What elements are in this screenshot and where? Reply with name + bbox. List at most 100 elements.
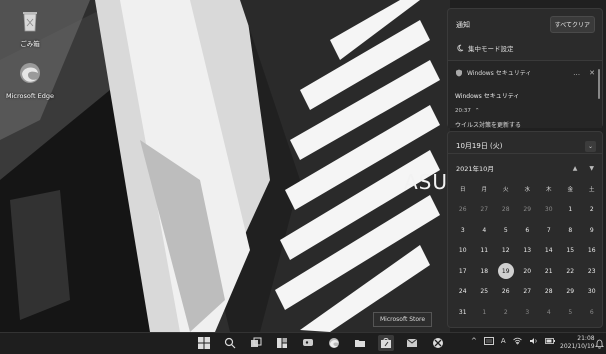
calendar-day[interactable]: 31 [452,302,474,323]
notification-close-icon[interactable]: ✕ [589,69,595,77]
calendar-day[interactable]: 9 [581,220,603,241]
desktop-icon-edge[interactable]: Microsoft Edge [2,60,58,100]
xbox-button[interactable] [430,335,446,351]
desktop-icon-label: Microsoft Edge [5,92,54,100]
calendar-day[interactable]: 1 [560,200,582,221]
notification-card-title: Windows セキュリティ [455,93,520,100]
next-month-icon[interactable]: ▼ [589,165,594,172]
calendar-day[interactable]: 15 [560,241,582,262]
calendar-day[interactable]: 12 [495,241,517,262]
edge-icon [20,63,40,83]
calendar-day[interactable]: 2 [581,200,603,221]
notification-card[interactable]: Windows セキュリティ … ✕ Windows セキュリティ 20:37 … [448,60,602,129]
notification-body: ウイルス対策を更新する [455,122,522,129]
calendar-day-today[interactable]: 19 [495,261,517,282]
calendar-day[interactable]: 26 [452,200,474,221]
edge-taskbar-button[interactable] [326,335,342,351]
keyboard-icon[interactable] [483,337,494,345]
mail-button[interactable] [404,335,420,351]
calendar-day[interactable]: 18 [474,261,496,282]
calendar-day[interactable]: 29 [560,282,582,303]
desktop-icon-recycle-bin[interactable]: ごみ箱 [2,8,58,48]
volume-icon[interactable] [529,337,538,345]
calendar-day[interactable]: 16 [581,241,603,262]
calendar-grid: 日月火水木金土 26 27 28 29 30 1 2 3 4 5 6 7 8 9 10 11 12 13 14 15 16… [448,173,602,323]
clear-all-button[interactable]: すべてクリア [549,16,595,33]
notification-bell-icon[interactable] [595,339,604,349]
start-icon [198,337,210,349]
calendar-day[interactable]: 21 [538,261,560,282]
calendar-day[interactable]: 11 [474,241,496,262]
xbox-icon [433,338,443,348]
notification-scrollbar[interactable] [598,69,600,99]
calendar-day[interactable]: 25 [474,282,496,303]
previous-month-icon[interactable]: ▲ [573,165,578,172]
calendar-day[interactable]: 8 [560,220,582,241]
calendar-day[interactable]: 17 [452,261,474,282]
calendar-day[interactable]: 6 [581,302,603,323]
battery-icon[interactable] [544,337,555,345]
shield-icon [456,69,462,76]
calendar-day-label: 19 [497,263,514,280]
ime-indicator[interactable]: A [501,337,506,345]
calendar-day[interactable]: 3 [517,302,539,323]
taskbar-clock[interactable]: 21:08 2021/10/19 [560,335,595,351]
tray-overflow-chevron-icon[interactable]: ^ [471,337,477,345]
calendar-day[interactable]: 10 [452,241,474,262]
microsoft-store-icon [381,338,391,348]
calendar-day[interactable]: 1 [474,302,496,323]
calendar-day[interactable]: 7 [538,220,560,241]
clock-date: 2021/10/19 [560,343,595,350]
calendar-day[interactable]: 20 [517,261,539,282]
calendar-day[interactable]: 24 [452,282,474,303]
calendar-date-header: 10月19日 (火) [456,142,503,150]
edge-icon [329,338,339,348]
calendar-day[interactable]: 4 [474,220,496,241]
chevron-down-icon[interactable]: ⌄ [585,140,596,152]
desktop: ASUS ごみ箱 Microsoft Edge 通知 すべてクリア 集中モード設… [0,0,606,332]
clock-time: 21:08 [577,335,595,342]
calendar-day[interactable]: 6 [517,220,539,241]
calendar-day[interactable]: 26 [495,282,517,303]
calendar-day[interactable]: 13 [517,241,539,262]
weekday-header: 日 [459,187,466,194]
microsoft-store-button[interactable] [378,335,394,351]
desktop-icon-label: ごみ箱 [20,40,40,48]
moon-icon [457,44,464,52]
mail-icon [406,338,418,347]
notification-time: 20:37 [455,108,471,114]
notification-more-icon[interactable]: … [573,69,580,77]
start-button[interactable] [196,335,212,351]
calendar-day[interactable]: 30 [538,200,560,221]
calendar-day[interactable]: 5 [495,220,517,241]
calendar-day[interactable]: 23 [581,261,603,282]
recycle-bin-icon [23,12,37,32]
calendar-day[interactable]: 29 [517,200,539,221]
calendar-day[interactable]: 27 [474,200,496,221]
calendar-day[interactable]: 4 [538,302,560,323]
focus-mode-settings-link[interactable]: 集中モード設定 [448,33,602,53]
widgets-icon [277,338,287,348]
calendar-day[interactable]: 3 [452,220,474,241]
widgets-button[interactable] [274,335,290,351]
chevron-up-icon[interactable]: ⌃ [475,108,480,114]
chat-button[interactable] [300,335,316,351]
calendar-day[interactable]: 27 [517,282,539,303]
calendar-day[interactable]: 30 [581,282,603,303]
task-view-button[interactable] [248,335,264,351]
calendar-day[interactable]: 5 [560,302,582,323]
file-explorer-button[interactable] [352,335,368,351]
calendar-day[interactable]: 14 [538,241,560,262]
notification-title: 通知 [456,20,470,29]
calendar-day[interactable]: 22 [560,261,582,282]
taskbar: ^ A 21:08 2021/10/19 [0,332,606,354]
calendar-day[interactable]: 28 [495,200,517,221]
wifi-icon[interactable] [512,337,522,345]
search-button[interactable] [222,335,238,351]
calendar-month-label[interactable]: 2021年10月 [456,163,494,173]
weekday-header: 火 [502,187,509,194]
weekday-header: 金 [567,187,573,194]
calendar-day[interactable]: 2 [495,302,517,323]
calendar-day[interactable]: 28 [538,282,560,303]
taskbar-tooltip: Microsoft Store [373,312,433,327]
